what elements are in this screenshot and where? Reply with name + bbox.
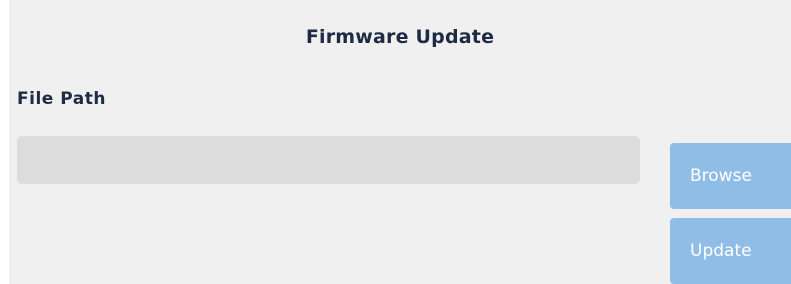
file-path-label: File Path	[17, 89, 106, 109]
firmware-update-panel: Firmware Update File Path Browse Update	[9, 0, 791, 284]
file-path-input[interactable]	[17, 136, 640, 184]
update-button[interactable]: Update	[670, 218, 791, 284]
browse-button[interactable]: Browse	[670, 143, 791, 209]
page-title: Firmware Update	[305, 26, 495, 48]
